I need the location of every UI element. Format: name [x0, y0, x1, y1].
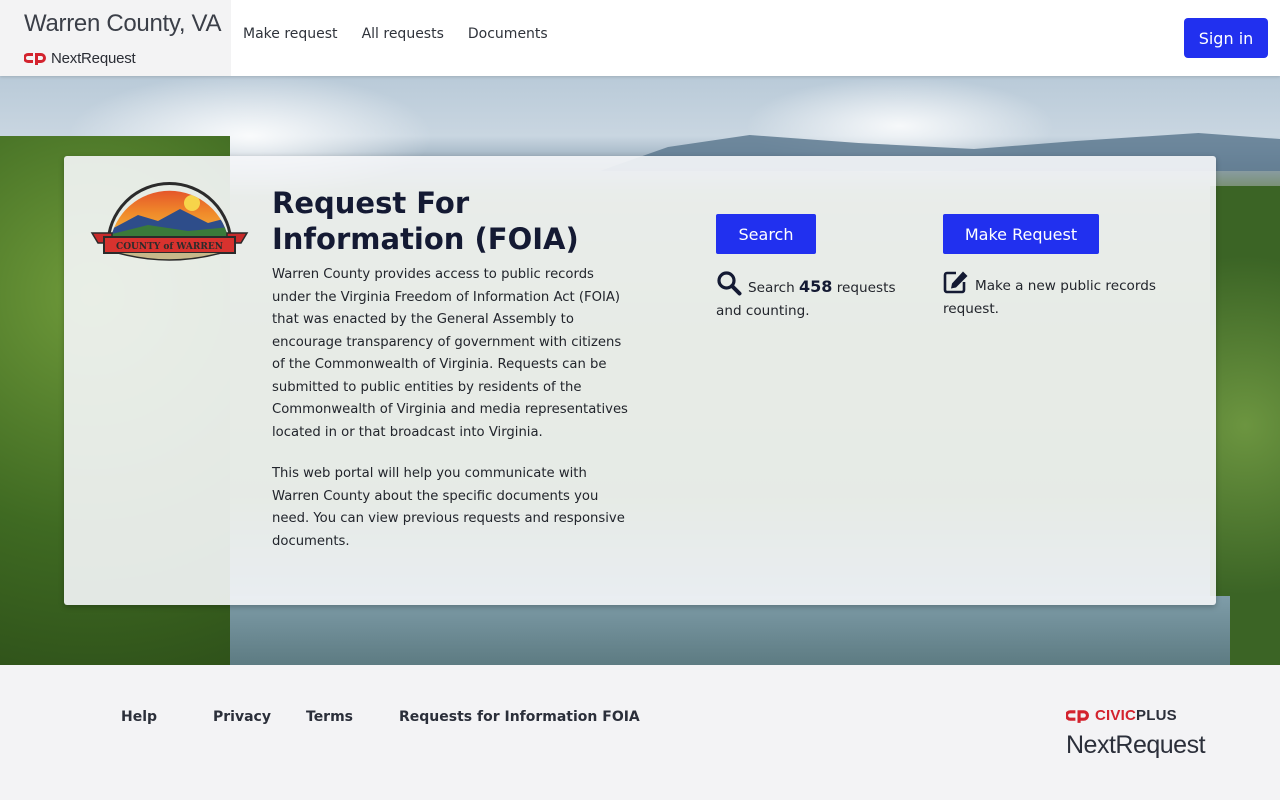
civicplus-logo-icon [24, 53, 46, 65]
request-count: 458 [799, 277, 833, 296]
search-info: Search 458 requests and counting. [716, 270, 916, 323]
make-request-text: Make a new public records request. [943, 278, 1156, 317]
brand-sub-text: NextRequest [51, 49, 136, 67]
brand-title: Warren County, VA [24, 10, 222, 37]
civicplus-wordmark: CIVICPLUS [1095, 707, 1177, 724]
sign-in-button[interactable]: Sign in [1184, 18, 1268, 58]
nextrequest-brand: NextRequest [24, 49, 136, 67]
intro-paragraph: This web portal will help you communicat… [272, 466, 625, 549]
main-nav: Make request All requests Documents [243, 26, 572, 42]
edit-icon [943, 271, 968, 294]
river [230, 596, 1230, 665]
top-header: Warren County, VA NextRequest Make reque… [0, 0, 1280, 76]
civicplus-civic: CIVIC [1095, 707, 1137, 724]
civicplus-logo[interactable]: CIVICPLUS [1066, 707, 1177, 724]
search-icon [717, 271, 742, 296]
civicplus-mark-icon [1066, 710, 1089, 723]
page-title: Request For Information (FOIA) [272, 186, 579, 256]
footer-link-privacy[interactable]: Privacy [213, 709, 271, 725]
civicplus-plus: PLUS [1136, 707, 1177, 724]
intro-paragraph: Warren County provides access to public … [272, 267, 628, 440]
brand-block[interactable]: Warren County, VA NextRequest [0, 0, 231, 76]
footer-link-terms[interactable]: Terms [306, 709, 353, 725]
nav-all-requests[interactable]: All requests [362, 26, 444, 42]
intro-description: Warren County provides access to public … [272, 264, 632, 553]
make-request-info: Make a new public records request. [943, 270, 1183, 321]
search-button[interactable]: Search [716, 214, 816, 254]
nav-documents[interactable]: Documents [468, 26, 548, 42]
trees-right [1210, 186, 1280, 665]
nav-make-request[interactable]: Make request [243, 26, 338, 42]
footer: Help Privacy Terms Requests for Informat… [0, 665, 1280, 800]
footer-link-help[interactable]: Help [121, 709, 157, 725]
county-seal-logo: COUNTY of WARREN [90, 182, 249, 261]
footer-nextrequest: NextRequest [1066, 731, 1206, 759]
search-prefix: Search [748, 280, 795, 296]
footer-link-foia[interactable]: Requests for Information FOIA [399, 709, 640, 725]
make-request-button[interactable]: Make Request [943, 214, 1099, 254]
seal-text: COUNTY of WARREN [116, 242, 223, 252]
